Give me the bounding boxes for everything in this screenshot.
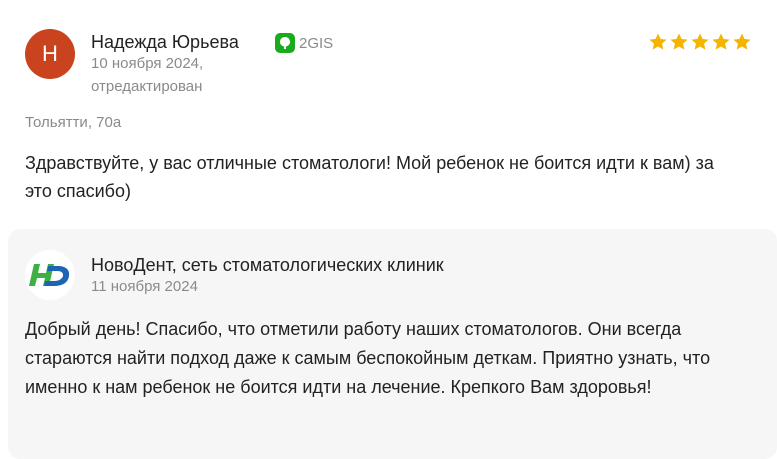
review-card: Н Надежда Юрьева 2GIS 10 ноября 2024, от… [0,0,777,459]
star-icon [670,33,688,50]
star-icon [712,33,730,50]
star-icon [691,33,709,50]
author-name[interactable]: Надежда Юрьева [91,32,239,53]
author-initial: Н [42,41,58,66]
author-avatar[interactable]: Н [25,29,75,79]
source-name: 2GIS [299,34,334,52]
star-icon [649,33,667,50]
review-date: 10 ноября 2024, [91,55,204,72]
rating-stars [648,32,752,52]
reply-author-name: НовоДент, сеть стоматологических клиник [91,255,444,275]
review-text: Здравствуйте, у вас отличные стоматологи… [25,153,714,201]
novodent-logo-icon [25,250,75,300]
2gis-logo-icon [275,33,295,53]
reply-date: 11 ноября 2024 [91,278,198,295]
source-badge: 2GIS [275,33,333,53]
branch-location[interactable]: Тольятти, 70а [25,114,121,131]
star-icon [733,33,751,50]
reply-text: Добрый день! Спасибо, что отметили работ… [25,319,711,397]
edited-label: отредактирован [91,78,203,95]
